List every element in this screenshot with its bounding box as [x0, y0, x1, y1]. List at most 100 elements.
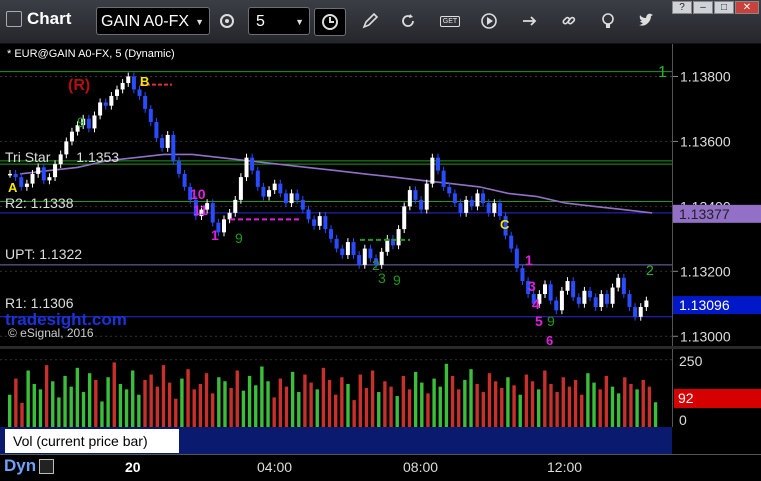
clock-icon[interactable]	[314, 8, 346, 36]
volume-study-label[interactable]: Vol (current price bar)	[5, 429, 179, 453]
link-icon[interactable]	[555, 8, 583, 34]
price-bar	[627, 290, 632, 311]
price-bar	[69, 127, 74, 146]
volume-bar	[198, 383, 203, 427]
price-bar-body	[486, 203, 491, 213]
price-bar-body	[261, 186, 266, 197]
price-bar	[543, 280, 547, 298]
price-bar	[222, 215, 226, 237]
price-bar	[588, 286, 593, 302]
a-label: A	[8, 180, 18, 195]
volume-bar	[389, 386, 393, 427]
symbol-input[interactable]: GAIN A0-FX ▼	[96, 7, 210, 35]
seq-number: 9	[393, 272, 401, 288]
pencil-icon[interactable]	[356, 8, 384, 34]
dyn-tab[interactable]: Dyn	[4, 456, 55, 476]
copyright: © eSignal, 2016	[8, 326, 94, 340]
volume-bar	[549, 383, 553, 427]
bulb-icon[interactable]	[594, 8, 622, 34]
price-bar	[402, 202, 407, 233]
time-axis[interactable]	[0, 454, 761, 481]
calendar-icon	[39, 458, 55, 474]
interval-input[interactable]: 5 ▼	[248, 7, 310, 35]
price-bar-body	[19, 177, 24, 187]
price-tag-ma-label: 1.13377	[679, 206, 730, 222]
close-button[interactable]: ✕	[735, 1, 759, 14]
price-bar	[436, 153, 440, 175]
volume-bar	[217, 377, 221, 427]
price-bar-body	[638, 307, 643, 317]
volume-bar	[8, 394, 12, 427]
b-label: B	[140, 74, 150, 89]
volume-axis[interactable]: 250 92 0	[672, 349, 761, 428]
price-chart	[0, 71, 672, 337]
volume-bar	[610, 386, 615, 427]
price-bar	[379, 247, 384, 269]
price-bar-body	[109, 95, 114, 106]
price-bar-body	[430, 157, 435, 184]
price-bar-body	[565, 281, 570, 291]
volume-bar	[309, 382, 313, 427]
price-bar-body	[334, 238, 339, 249]
maximize-button[interactable]: □	[714, 1, 734, 14]
volume-bar	[518, 394, 522, 427]
price-bar-body	[554, 300, 559, 311]
volume-bar	[20, 402, 24, 427]
volume-bar	[69, 386, 73, 427]
price-pane[interactable]	[0, 44, 672, 346]
price-bar	[317, 212, 322, 230]
time-label: 20	[125, 459, 141, 475]
volume-bar	[364, 388, 369, 427]
settings-gear-icon[interactable]	[213, 8, 241, 34]
vol-tick: 0	[679, 412, 687, 428]
price-bar	[610, 283, 615, 308]
chevron-down-icon: ▼	[295, 17, 304, 27]
volume-bar	[506, 377, 510, 427]
price-axis[interactable]: 1.138001.136001.134001.132001.130001.133…	[672, 44, 761, 346]
volume-bar	[432, 378, 436, 427]
price-bar	[115, 85, 119, 100]
volume-bar	[457, 389, 461, 427]
help-button[interactable]: ?	[672, 1, 692, 14]
price-bar-body	[413, 190, 418, 200]
play-icon[interactable]	[475, 8, 503, 34]
chart-header: * EUR@GAIN A0-FX, 5 (Dynamic)	[7, 48, 175, 60]
price-bar-body	[514, 248, 519, 269]
price-bar-body	[379, 251, 384, 265]
get-icon[interactable]: GET	[436, 8, 464, 34]
price-bar	[424, 179, 429, 214]
volume-bar	[635, 389, 639, 427]
price-bar-body	[419, 199, 424, 210]
minimize-button[interactable]: –	[693, 1, 713, 14]
level-marker-2: 2	[646, 262, 654, 278]
volume-bar	[284, 386, 289, 427]
price-bar	[148, 105, 153, 126]
seq-number: 9	[77, 114, 85, 130]
time-label: 04:00	[257, 459, 293, 475]
twitter-icon[interactable]	[632, 8, 660, 34]
link-icon[interactable]	[515, 8, 543, 34]
price-bar	[261, 182, 266, 201]
volume-bar	[57, 397, 61, 427]
volume-bar	[592, 382, 596, 427]
volume-bar	[598, 389, 602, 427]
refresh-icon[interactable]	[394, 8, 422, 34]
price-bar	[385, 234, 390, 256]
price-tick-label: 1.13600	[680, 133, 731, 149]
price-bar-body	[576, 297, 581, 304]
price-bar-body	[458, 203, 463, 213]
price-bar-body	[182, 173, 187, 187]
price-bar-body	[520, 268, 525, 282]
price-bar-body	[329, 229, 333, 239]
vol-tick: 250	[679, 353, 703, 369]
volume-bar	[469, 369, 473, 427]
r2-label: R2: 1.1338	[5, 195, 74, 211]
price-bar	[469, 195, 474, 211]
price-bar	[509, 231, 514, 253]
price-bar-body	[345, 242, 350, 256]
volume-pane[interactable]	[0, 349, 672, 427]
close-icon[interactable]: ×	[170, 427, 176, 439]
volume-bar	[383, 381, 387, 427]
seq-number: 9	[547, 313, 555, 329]
price-bar	[182, 169, 187, 191]
